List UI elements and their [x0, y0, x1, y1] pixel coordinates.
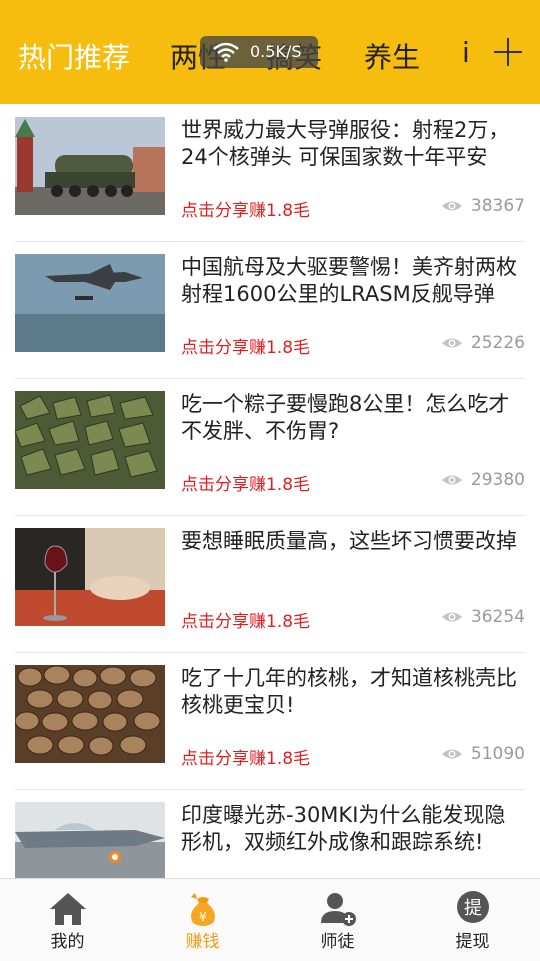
view-count: 29380 — [441, 470, 525, 490]
view-count-value: 36254 — [470, 607, 525, 627]
nav-label: 师徒 — [320, 932, 355, 952]
bottom-navigation: 我的 ¥ 赚钱 师徒 提 提现 — [0, 878, 540, 961]
view-count: 25226 — [441, 333, 525, 353]
view-count-value: 25226 — [470, 333, 525, 353]
eye-icon — [441, 749, 462, 759]
article-item[interactable]: 中国航母及大驱要警惕！美齐射两枚射程1600公里的LRASM反舰导弹 点击分享赚… — [15, 241, 525, 379]
network-speed-overlay: 0.5K/S — [200, 36, 318, 68]
tab-hot[interactable]: 热门推荐 — [18, 36, 130, 76]
view-count: 38367 — [441, 196, 525, 216]
article-item[interactable]: 要想睡眠质量高，这些坏习惯要改掉 点击分享赚1.8毛 36254 — [15, 515, 525, 653]
share-earn-link[interactable]: 点击分享赚1.8毛 — [181, 470, 310, 495]
wifi-icon — [213, 42, 239, 62]
add-category-icon[interactable] — [490, 34, 526, 70]
article-title[interactable]: 吃了十几年的核桃，才知道核桃壳比核桃更宝贝! — [181, 665, 525, 719]
nav-mentor[interactable]: 师徒 — [270, 879, 405, 961]
article-thumbnail — [15, 528, 165, 626]
money-bag-icon: ¥ — [191, 893, 215, 926]
share-earn-link[interactable]: 点击分享赚1.8毛 — [181, 196, 310, 221]
nav-mine[interactable]: 我的 — [0, 879, 135, 961]
eye-icon — [441, 475, 462, 485]
article-thumbnail — [15, 391, 165, 489]
article-feed[interactable]: 世界威力最大导弹服役：射程2万，24个核弹头 可保国家数十年平安 点击分享赚1.… — [0, 104, 540, 878]
article-item[interactable]: 世界威力最大导弹服役：射程2万，24个核弹头 可保国家数十年平安 点击分享赚1.… — [15, 104, 525, 242]
eye-icon — [441, 201, 462, 211]
article-thumbnail — [15, 254, 165, 352]
tab-partial[interactable]: i — [462, 36, 474, 69]
nav-label: 提现 — [455, 932, 490, 952]
tab-health[interactable]: 养生 — [364, 36, 420, 76]
article-title[interactable]: 吃一个粽子要慢跑8公里！怎么吃才不发胖、不伤胃? — [181, 391, 525, 445]
share-earn-link[interactable]: 点击分享赚1.8毛 — [181, 333, 310, 358]
nav-withdraw[interactable]: 提 提现 — [405, 879, 540, 961]
article-title[interactable]: 印度曝光苏-30MKI为什么能发现隐形机，双频红外成像和跟踪系统! — [181, 802, 525, 856]
nav-earn[interactable]: ¥ 赚钱 — [135, 879, 270, 961]
nav-label: 赚钱 — [185, 932, 220, 952]
article-thumbnail — [15, 802, 165, 878]
svg-text:¥: ¥ — [199, 910, 207, 924]
article-item[interactable]: 吃了十几年的核桃，才知道核桃壳比核桃更宝贝! 点击分享赚1.8毛 51090 — [15, 652, 525, 790]
net-speed-text: 0.5K/S — [250, 42, 302, 61]
article-item[interactable]: 印度曝光苏-30MKI为什么能发现隐形机，双频红外成像和跟踪系统! — [15, 789, 525, 878]
user-add-icon — [321, 893, 356, 926]
home-icon — [50, 893, 86, 925]
view-count: 36254 — [441, 607, 525, 627]
nav-label: 我的 — [50, 932, 85, 952]
svg-text:提: 提 — [464, 898, 482, 919]
article-thumbnail — [15, 117, 165, 215]
view-count-value: 38367 — [470, 196, 525, 216]
eye-icon — [441, 612, 462, 622]
view-count-value: 29380 — [470, 470, 525, 490]
category-bar: 热门推荐 两性 搞笑 养生 i 0.5K/S — [0, 0, 540, 104]
article-title[interactable]: 世界威力最大导弹服役：射程2万，24个核弹头 可保国家数十年平安 — [181, 117, 525, 171]
article-thumbnail — [15, 665, 165, 763]
share-earn-link[interactable]: 点击分享赚1.8毛 — [181, 744, 310, 769]
share-earn-link[interactable]: 点击分享赚1.8毛 — [181, 607, 310, 632]
article-title[interactable]: 中国航母及大驱要警惕！美齐射两枚射程1600公里的LRASM反舰导弹 — [181, 254, 525, 308]
article-item[interactable]: 吃一个粽子要慢跑8公里！怎么吃才不发胖、不伤胃? 点击分享赚1.8毛 29380 — [15, 378, 525, 516]
view-count-value: 51090 — [470, 744, 525, 764]
withdraw-icon: 提 — [457, 891, 489, 923]
article-title[interactable]: 要想睡眠质量高，这些坏习惯要改掉 — [181, 528, 525, 555]
view-count: 51090 — [441, 744, 525, 764]
eye-icon — [441, 338, 462, 348]
